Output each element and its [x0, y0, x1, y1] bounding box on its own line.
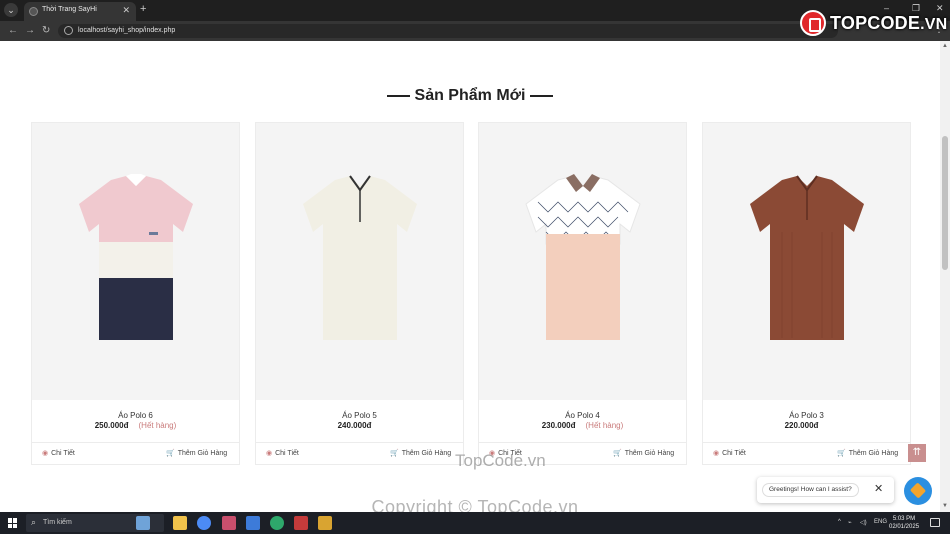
- price-row: 230.000đ (Hết hàng): [479, 421, 686, 430]
- taskbar: ⌕ Tìm kiếm ^ ⌁ ◁) ENG 5:03 PM 02/01/2025: [0, 512, 950, 534]
- volume-icon[interactable]: ◁): [860, 519, 867, 526]
- page-scrollbar[interactable]: ▲ ▼: [940, 41, 950, 512]
- polo-shirt-image: [749, 174, 864, 340]
- product-name[interactable]: Áo Polo 5: [256, 411, 463, 420]
- detail-button[interactable]: ◉ Chi Tiết: [713, 449, 746, 457]
- add-to-cart-label: Thêm Giỏ Hàng: [401, 450, 452, 457]
- add-to-cart-button[interactable]: 🛒 Thêm Giỏ Hàng: [613, 449, 674, 457]
- add-to-cart-label: Thêm Giỏ Hàng: [177, 450, 228, 457]
- detail-label: Chi Tiết: [722, 450, 746, 457]
- scroll-thumb[interactable]: [942, 136, 948, 270]
- product-image[interactable]: [479, 123, 686, 400]
- file-explorer-icon[interactable]: [173, 516, 187, 530]
- app-icon[interactable]: [294, 516, 308, 530]
- add-to-cart-label: Thêm Giỏ Hàng: [848, 450, 899, 457]
- forward-icon[interactable]: →: [25, 25, 35, 36]
- topcode-logo-icon: [800, 10, 826, 36]
- detail-label: Chi Tiết: [275, 450, 299, 457]
- price-row: 220.000đ: [703, 421, 910, 430]
- network-icon[interactable]: ⌁: [848, 519, 852, 526]
- reload-icon[interactable]: ↻: [42, 25, 50, 36]
- add-to-cart-button[interactable]: 🛒 Thêm Giỏ Hàng: [166, 449, 227, 457]
- product-image[interactable]: [703, 123, 910, 400]
- double-chevron-up-icon: ⇈: [912, 447, 922, 458]
- product-price: 230.000đ: [541, 421, 576, 430]
- tab-title: Thời Trang SayHi: [42, 6, 97, 13]
- product-price: 220.000đ: [784, 421, 819, 430]
- eye-icon: ◉: [266, 450, 273, 457]
- card-divider: [32, 442, 239, 443]
- logo-text: TOPCODE: [830, 12, 921, 33]
- close-icon[interactable]: ✕: [874, 482, 883, 495]
- url-field[interactable]: localhost/sayhi_shop/index.php: [58, 24, 838, 38]
- app-icon[interactable]: [270, 516, 284, 530]
- price-row: 250.000đ (Hết hàng): [32, 421, 239, 430]
- page-content: Sản Phẩm Mới Áo Polo 6 250.000đ (Hết hàng…: [0, 41, 940, 512]
- product-card[interactable]: Áo Polo 3 220.000đ ◉ Chi Tiết 🛒 Thêm Giỏ H…: [702, 122, 911, 465]
- chrome-icon[interactable]: [197, 516, 211, 530]
- add-to-cart-button[interactable]: 🛒 Thêm Giỏ Hàng: [837, 449, 898, 457]
- eye-icon: ◉: [42, 450, 49, 457]
- new-tab-icon[interactable]: +: [140, 3, 146, 15]
- product-card[interactable]: Áo Polo 6 250.000đ (Hết hàng) ◉ Chi Tiết 🛒…: [31, 122, 240, 465]
- cart-icon: 🛒: [613, 450, 622, 457]
- product-price: 240.000đ: [337, 421, 372, 430]
- add-to-cart-label: Thêm Giỏ Hàng: [624, 450, 675, 457]
- widget-icon[interactable]: [136, 516, 150, 530]
- detail-button[interactable]: ◉ Chi Tiết: [266, 449, 299, 457]
- card-divider: [256, 442, 463, 443]
- polo-shirt-image: [78, 173, 193, 340]
- chevron-up-icon[interactable]: ^: [838, 519, 841, 525]
- language-indicator[interactable]: ENG: [874, 519, 887, 525]
- back-to-top-button[interactable]: ⇈: [908, 444, 926, 462]
- product-name[interactable]: Áo Polo 4: [479, 411, 686, 420]
- product-image[interactable]: [256, 123, 463, 400]
- product-card[interactable]: Áo Polo 5 240.000đ ◉ Chi Tiết 🛒 Thêm Giỏ H…: [255, 122, 464, 465]
- add-to-cart-button[interactable]: 🛒 Thêm Giỏ Hàng: [390, 449, 451, 457]
- search-icon: ⌕: [31, 517, 37, 527]
- notification-icon[interactable]: [930, 518, 940, 527]
- product-price: 250.000đ: [94, 421, 129, 430]
- url-text: localhost/sayhi_shop/index.php: [78, 27, 176, 34]
- cart-icon: 🛒: [166, 450, 175, 457]
- site-info-icon[interactable]: [64, 26, 73, 35]
- clock-time: 5:03 PM: [892, 516, 916, 522]
- topcode-logo: TOPCODE.VN: [800, 8, 947, 38]
- product-name[interactable]: Áo Polo 6: [32, 411, 239, 420]
- polo-shirt-image: [302, 174, 417, 340]
- section-title: Sản Phẩm Mới: [0, 87, 940, 105]
- tab-search-icon[interactable]: ⌄: [4, 3, 18, 17]
- cart-icon: 🛒: [390, 450, 399, 457]
- clock-date: 02/01/2025: [889, 524, 920, 530]
- stock-status: (Hết hàng): [585, 421, 624, 430]
- favicon-icon: [29, 7, 38, 16]
- detail-label: Chi Tiết: [51, 450, 75, 457]
- chat-greeting-text: Greetings! How can I assist?: [762, 483, 859, 497]
- watermark-text: TopCode.vn: [455, 451, 546, 470]
- eye-icon: ◉: [713, 450, 720, 457]
- stock-status: (Hết hàng): [138, 421, 177, 430]
- product-card[interactable]: Áo Polo 4 230.000đ (Hết hàng) ◉ Chi Tiết 🛒…: [478, 122, 687, 465]
- app-icon[interactable]: [222, 516, 236, 530]
- back-icon[interactable]: ←: [8, 25, 18, 36]
- cart-icon: 🛒: [837, 450, 846, 457]
- app-icon[interactable]: [318, 516, 332, 530]
- card-divider: [479, 442, 686, 443]
- price-row: 240.000đ: [256, 421, 463, 430]
- search-placeholder: Tìm kiếm: [43, 519, 72, 526]
- close-tab-icon[interactable]: ✕: [122, 5, 130, 16]
- browser-tab[interactable]: Thời Trang SayHi ✕: [24, 2, 136, 21]
- product-image[interactable]: [32, 123, 239, 400]
- windows-start-icon[interactable]: [8, 518, 18, 528]
- card-divider: [703, 442, 910, 443]
- app-icon[interactable]: [246, 516, 260, 530]
- product-name[interactable]: Áo Polo 3: [703, 411, 910, 420]
- polo-shirt-image: [524, 173, 641, 340]
- scroll-up-icon[interactable]: ▲: [942, 43, 948, 49]
- logo-tld: .VN: [920, 15, 948, 33]
- detail-button[interactable]: ◉ Chi Tiết: [42, 449, 75, 457]
- clock[interactable]: 5:03 PM 02/01/2025: [889, 515, 919, 531]
